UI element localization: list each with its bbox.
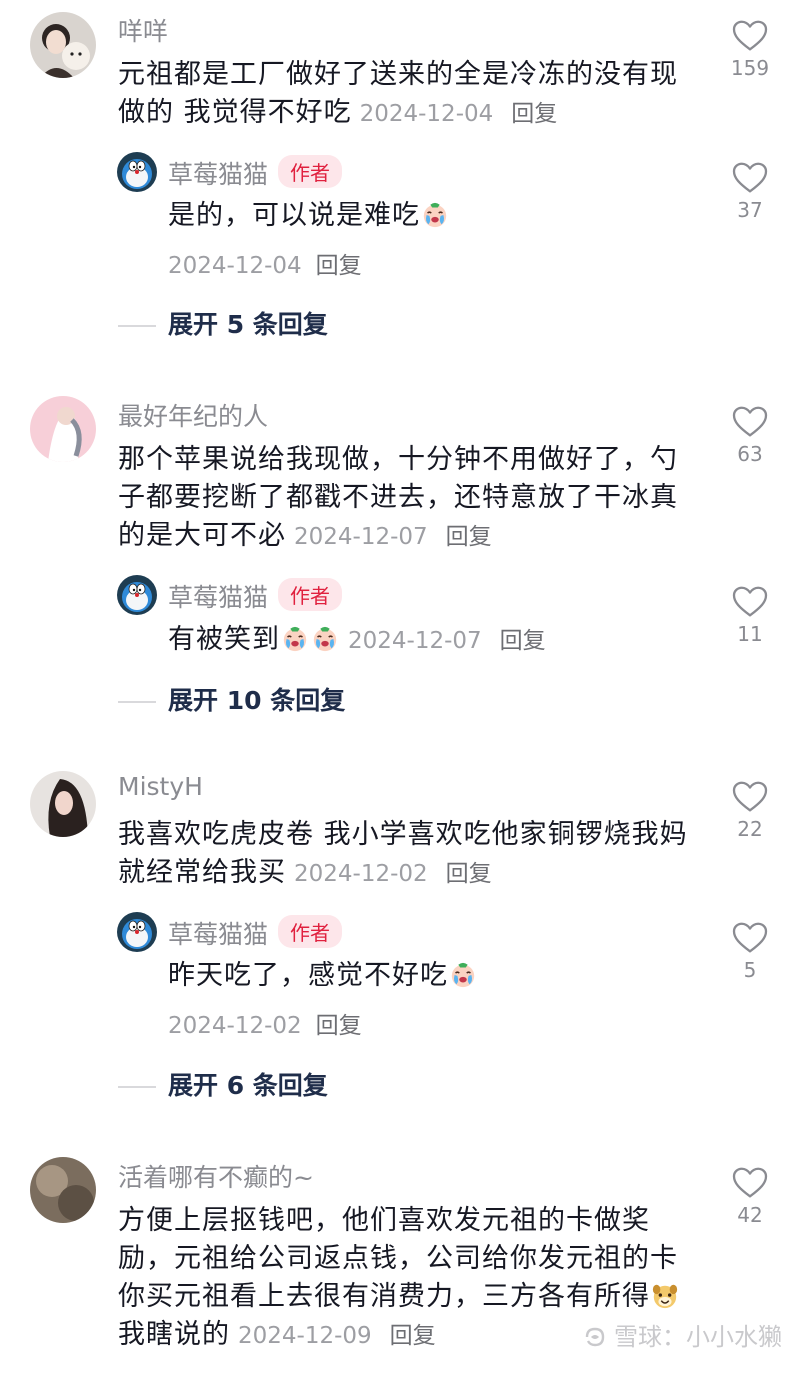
comment-meta: 2024-12-02 回复	[294, 861, 492, 887]
like-button[interactable]: 159	[724, 20, 776, 80]
crying-face-emoji	[281, 625, 309, 653]
like-count: 159	[730, 56, 770, 80]
comment-text: 元祖都是工厂做好了送来的全是冷冻的没有现做的 我觉得不好吃 2024-12-04 回…	[118, 56, 688, 133]
heart-icon[interactable]	[732, 20, 768, 52]
reply-meta: 2024-12-07 回复	[348, 628, 546, 654]
expand-replies-button[interactable]: 展开 10 条回复	[118, 681, 345, 717]
pink-figure-avatar[interactable]	[30, 396, 96, 462]
like-count: 63	[737, 442, 763, 466]
doraemon-avatar[interactable]	[117, 152, 157, 192]
expand-replies-button[interactable]: 展开 5 条回复	[118, 305, 328, 341]
heart-icon[interactable]	[732, 922, 768, 954]
reply-button[interactable]: 回复	[446, 861, 492, 887]
reply-username[interactable]: 草莓猫猫 作者	[168, 578, 343, 614]
crying-face-emoji	[311, 625, 339, 653]
expand-replies-label[interactable]: 展开 6 条回复	[168, 1071, 328, 1100]
username[interactable]: MistyH	[118, 772, 203, 801]
like-count: 37	[737, 198, 763, 222]
comment-date: 2024-12-09	[238, 1323, 372, 1349]
like-button[interactable]: 22	[724, 781, 776, 841]
comment-body-tail: 我瞎说的	[118, 1319, 230, 1350]
comment-meta: 2024-12-04 回复	[360, 101, 558, 127]
comment-date: 2024-12-02	[294, 861, 428, 887]
heart-icon[interactable]	[732, 162, 768, 194]
watermark: 雪球：小小水獭	[582, 1317, 782, 1352]
username[interactable]: 活着哪有不癫的~	[118, 1158, 314, 1194]
divider-line	[118, 1086, 156, 1088]
like-count: 42	[737, 1203, 763, 1227]
doraemon-avatar[interactable]	[117, 912, 157, 952]
like-button[interactable]: 11	[724, 586, 776, 646]
username[interactable]: 咩咩	[118, 12, 168, 48]
like-button[interactable]: 42	[724, 1167, 776, 1227]
reply-meta: 2024-12-04 回复	[168, 246, 362, 280]
reply-date: 2024-12-02	[168, 1013, 302, 1039]
reply-username-text[interactable]: 草莓猫猫	[168, 583, 268, 612]
reply-button[interactable]: 回复	[316, 253, 362, 279]
reply-body: 昨天吃了，感觉不好吃	[168, 960, 448, 991]
reply-button[interactable]: 回复	[316, 1013, 362, 1039]
author-badge: 作者	[278, 915, 343, 948]
divider-line	[118, 701, 156, 703]
reply-button[interactable]: 回复	[500, 628, 546, 654]
comment-meta: 2024-12-07 回复	[294, 524, 492, 550]
like-button[interactable]: 5	[724, 922, 776, 982]
blurred-photo-avatar[interactable]	[30, 1157, 96, 1223]
comment-text: 我喜欢吃虎皮卷 我小学喜欢吃他家铜锣烧我妈就经常给我买 2024-12-02 回复	[118, 816, 688, 893]
like-count: 5	[743, 958, 757, 982]
crying-face-emoji	[421, 201, 449, 229]
like-count: 11	[737, 622, 763, 646]
reply-text: 有被笑到 2024-12-07 回复	[168, 621, 738, 660]
comment-text: 那个苹果说给我现做，十分钟不用做好了，勺子都要挖断了都戳不进去，还特意放了干冰真…	[118, 441, 688, 556]
author-badge: 作者	[278, 578, 343, 611]
heart-icon[interactable]	[732, 586, 768, 618]
doraemon-avatar[interactable]	[117, 575, 157, 615]
author-badge: 作者	[278, 155, 343, 188]
reply-body: 是的，可以说是难吃	[168, 200, 420, 231]
reply-date: 2024-12-04	[168, 253, 302, 279]
comment-date: 2024-12-07	[294, 524, 428, 550]
heart-icon[interactable]	[732, 781, 768, 813]
reply-username[interactable]: 草莓猫猫 作者	[168, 155, 343, 191]
comment-date: 2024-12-04	[359, 101, 494, 127]
grinning-dog-emoji	[651, 1282, 679, 1310]
expand-replies-label[interactable]: 展开 10 条回复	[168, 686, 345, 715]
reply-text: 昨天吃了，感觉不好吃	[168, 957, 738, 995]
expand-replies-button[interactable]: 展开 6 条回复	[118, 1066, 328, 1102]
username[interactable]: 最好年纪的人	[118, 397, 268, 433]
like-button[interactable]: 37	[724, 162, 776, 222]
reply-text: 是的，可以说是难吃	[168, 197, 738, 235]
reply-date: 2024-12-07	[348, 628, 482, 654]
reply-button[interactable]: 回复	[511, 101, 557, 127]
like-button[interactable]: 63	[724, 406, 776, 466]
girl-with-plush-avatar[interactable]	[30, 12, 96, 78]
reply-body: 有被笑到	[168, 624, 280, 655]
heart-icon[interactable]	[732, 1167, 768, 1199]
reply-button[interactable]: 回复	[446, 524, 492, 550]
snowball-logo-icon	[585, 1327, 605, 1347]
comment-body: 方便上层抠钱吧，他们喜欢发元祖的卡做奖励，元祖给公司返点钱，公司给你发元祖的卡你…	[118, 1205, 678, 1312]
divider-line	[118, 325, 156, 327]
reply-username[interactable]: 草莓猫猫 作者	[168, 915, 343, 951]
watermark-text: 雪球：小小水獭	[614, 1323, 782, 1351]
comment-meta: 2024-12-09 回复	[238, 1323, 436, 1349]
reply-meta: 2024-12-02 回复	[168, 1006, 362, 1040]
crying-face-emoji	[449, 961, 477, 989]
expand-replies-label[interactable]: 展开 5 条回复	[168, 310, 328, 339]
heart-icon[interactable]	[732, 406, 768, 438]
portrait-avatar[interactable]	[30, 771, 96, 837]
like-count: 22	[737, 817, 763, 841]
reply-username-text[interactable]: 草莓猫猫	[168, 160, 268, 189]
reply-button[interactable]: 回复	[390, 1323, 436, 1349]
reply-username-text[interactable]: 草莓猫猫	[168, 920, 268, 949]
